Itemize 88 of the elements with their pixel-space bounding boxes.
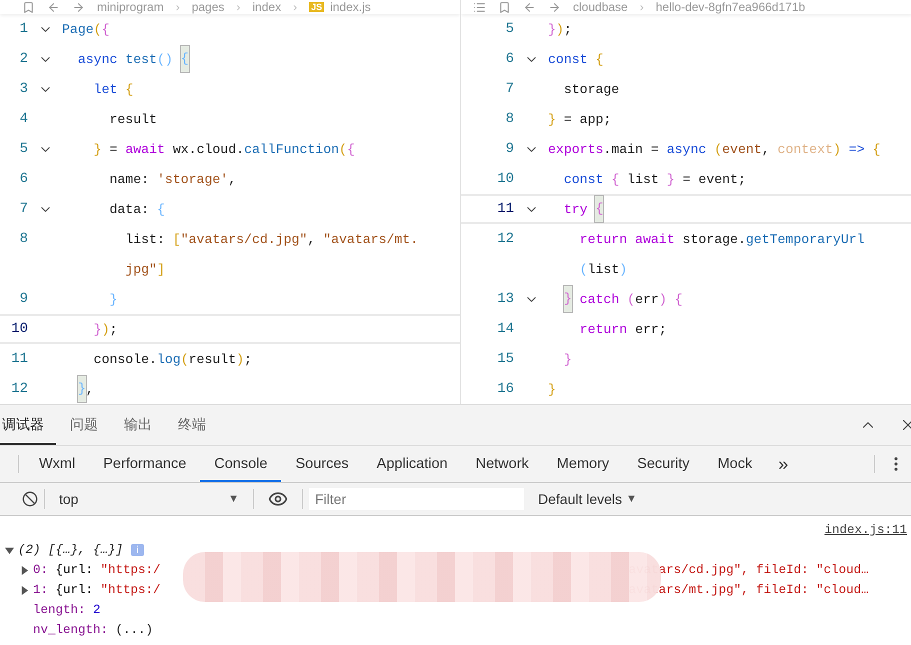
property-entry: length: 2 xyxy=(33,603,101,617)
line-number: 1 xyxy=(20,21,28,37)
devtools-tab[interactable]: Memory xyxy=(542,446,624,482)
code-line: async test() { xyxy=(62,44,189,74)
object-preview: 1: {url: "https:/ xyxy=(33,583,161,597)
code-line: exports.main = async (event, context) => { xyxy=(548,140,880,158)
line-number: 4 xyxy=(20,111,28,127)
code-line: let { xyxy=(92,80,134,98)
line-number: 5 xyxy=(506,21,514,37)
line-number: 5 xyxy=(20,141,28,157)
back-arrow-icon[interactable] xyxy=(47,0,60,14)
more-tabs-button[interactable]: » xyxy=(766,446,800,482)
code-line: list: ["avatars/cd.jpg", "avatars/mt. xyxy=(124,230,418,248)
line-number: 9 xyxy=(20,291,28,307)
line-number: 10 xyxy=(497,171,514,187)
list-icon[interactable] xyxy=(473,0,486,14)
code-line: data: { xyxy=(108,200,165,218)
code-line: (list) xyxy=(578,260,628,278)
line-number: 7 xyxy=(20,201,28,217)
line-number: 13 xyxy=(497,291,514,307)
devtools-tab[interactable]: Mock xyxy=(704,446,766,482)
devtools-tab[interactable]: Network xyxy=(462,446,543,482)
code-line: return err; xyxy=(578,320,667,338)
line-number: 8 xyxy=(506,111,514,127)
clear-console-icon[interactable] xyxy=(22,491,38,507)
code-line: storage xyxy=(562,80,620,98)
line-number: 6 xyxy=(20,171,28,187)
forward-arrow-icon[interactable] xyxy=(72,0,85,14)
bookmark-icon[interactable] xyxy=(22,0,35,14)
devtools-tab[interactable]: Performance xyxy=(89,446,200,482)
info-badge: i xyxy=(131,544,144,556)
code-line: }); xyxy=(548,20,572,38)
line-number: 16 xyxy=(497,381,514,397)
breadcrumb-separator: › xyxy=(293,0,298,14)
code-line: console.log(result); xyxy=(92,350,252,368)
source-link[interactable]: index.js:11 xyxy=(824,523,907,537)
panel-tab[interactable]: 终端 xyxy=(166,405,218,445)
line-number: 2 xyxy=(20,51,28,67)
line-number: 12 xyxy=(497,231,514,247)
breadcrumb-separator: › xyxy=(236,0,240,14)
bookmark-icon[interactable] xyxy=(498,0,511,14)
line-number: 11 xyxy=(11,351,28,367)
devtools-tab[interactable]: Application xyxy=(362,446,462,482)
object-preview: 0: {url: "https:/ xyxy=(33,563,161,577)
panel-tab[interactable]: 输出 xyxy=(112,405,164,445)
expand-triangle-icon[interactable] xyxy=(5,546,14,554)
expand-triangle-icon[interactable] xyxy=(20,586,29,594)
levels-dropdown[interactable]: Default levels ▼ xyxy=(532,490,643,508)
line-number: 7 xyxy=(506,81,514,97)
line-number: 14 xyxy=(497,321,514,337)
property-entry: nv_length: (...) xyxy=(33,623,154,637)
code-line: return await storage.getTemporaryUrl xyxy=(578,230,865,248)
code-line: }); xyxy=(92,320,118,338)
devtools-tab[interactable]: Security xyxy=(623,446,704,482)
line-number: 6 xyxy=(506,51,514,67)
devtools-tab[interactable]: Sources xyxy=(281,446,363,482)
context-select[interactable]: top ▼ xyxy=(51,487,247,511)
forward-arrow-icon[interactable] xyxy=(548,0,561,14)
code-line: } catch (err) { xyxy=(548,284,683,314)
filter-field[interactable]: Filter xyxy=(309,488,524,510)
code-line: jpg"] xyxy=(124,260,165,278)
line-number: 15 xyxy=(497,351,514,367)
breadcrumb-separator: › xyxy=(176,0,180,14)
line-number: 12 xyxy=(11,381,28,397)
code-line: }, xyxy=(62,374,94,404)
expand-triangle-icon[interactable] xyxy=(20,566,29,574)
back-arrow-icon[interactable] xyxy=(523,0,536,14)
panel-tab[interactable]: 问题 xyxy=(58,405,110,445)
line-number: 8 xyxy=(20,231,28,247)
breadcrumb-separator: › xyxy=(640,0,644,14)
code-line: } = await wx.cloud.callFunction({ xyxy=(92,140,355,158)
code-line: } xyxy=(548,380,556,398)
code-line: name: 'storage', xyxy=(108,170,236,188)
code-line: const { xyxy=(548,50,604,68)
code-line: try { xyxy=(548,196,604,222)
code-line: Page({ xyxy=(62,20,110,38)
code-line: } xyxy=(108,290,118,308)
line-number: 11 xyxy=(497,201,514,217)
code-line: result xyxy=(108,110,157,128)
code-line: } xyxy=(562,350,572,368)
devtools-tab[interactable]: Wxml xyxy=(25,446,90,482)
array-summary: (2) [{…}, {…}] xyxy=(18,543,124,557)
line-number: 9 xyxy=(506,141,514,157)
code-line: const { list } = event; xyxy=(562,170,746,188)
line-number: 3 xyxy=(20,81,28,97)
code-line: } = app; xyxy=(548,110,612,128)
file-type-badge: JS xyxy=(309,2,324,12)
line-number: 10 xyxy=(11,321,28,337)
